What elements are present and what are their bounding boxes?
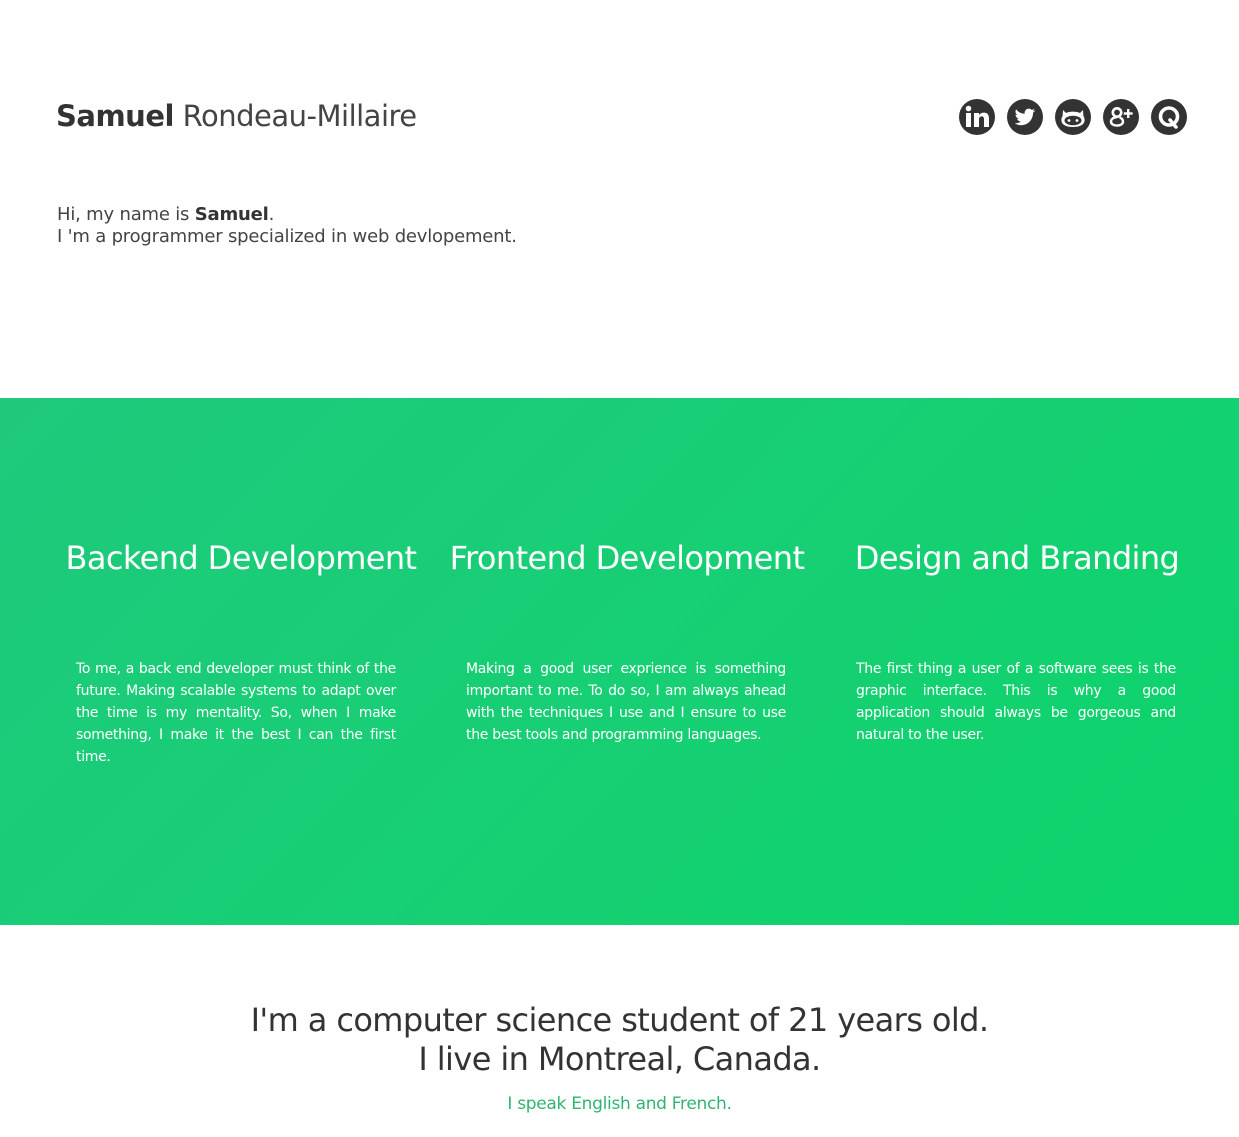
logo-last-name: Rondeau-Millaire <box>173 99 417 133</box>
github-icon <box>1055 99 1091 135</box>
linkedin-icon <box>959 99 995 135</box>
services-section: Backend Development To me, a back end de… <box>0 398 1239 925</box>
google-plus-link[interactable] <box>1102 98 1140 136</box>
intro-greeting-suffix: . <box>268 204 275 225</box>
service-description: The first thing a user of a software see… <box>856 661 1176 743</box>
about-languages: I speak English and French. <box>507 1094 732 1114</box>
intro-greeting-name: Samuel <box>194 204 269 225</box>
service-title: Frontend Development <box>449 539 805 577</box>
github-link[interactable] <box>1054 98 1092 136</box>
service-frontend: Frontend Development Making a good user … <box>432 398 822 925</box>
quora-icon <box>1151 99 1187 135</box>
linkedin-link[interactable] <box>958 98 996 136</box>
about-age: I'm a computer science student of 21 yea… <box>250 1001 989 1039</box>
intro-greeting-prefix: Hi, my name is <box>57 204 195 225</box>
service-title: Backend Development <box>65 539 417 577</box>
service-title: Design and Branding <box>854 539 1180 577</box>
site-header: Samuel Rondeau-Millaire Hi, my name is S… <box>0 0 1239 398</box>
google-plus-icon <box>1103 99 1139 135</box>
intro-greeting: Hi, my name is Samuel. <box>57 204 517 226</box>
service-design: Design and Branding The first thing a us… <box>822 398 1212 925</box>
twitter-link[interactable] <box>1006 98 1044 136</box>
about-location: I live in Montreal, Canada. <box>418 1040 821 1078</box>
about-section: I'm a computer science student of 21 yea… <box>0 925 1239 1137</box>
logo-first-name: Samuel <box>56 99 174 133</box>
site-logo[interactable]: Samuel Rondeau-Millaire <box>56 96 417 136</box>
twitter-icon <box>1007 99 1043 135</box>
service-description: Making a good user exprience is somethin… <box>466 661 786 743</box>
quora-link[interactable] <box>1150 98 1188 136</box>
service-description: To me, a back end developer must think o… <box>76 661 396 765</box>
service-backend: Backend Development To me, a back end de… <box>46 398 436 925</box>
intro-text: Hi, my name is Samuel. I 'm a programmer… <box>57 204 517 248</box>
intro-tagline: I 'm a programmer specialized in web dev… <box>57 226 517 247</box>
social-links <box>958 98 1188 136</box>
